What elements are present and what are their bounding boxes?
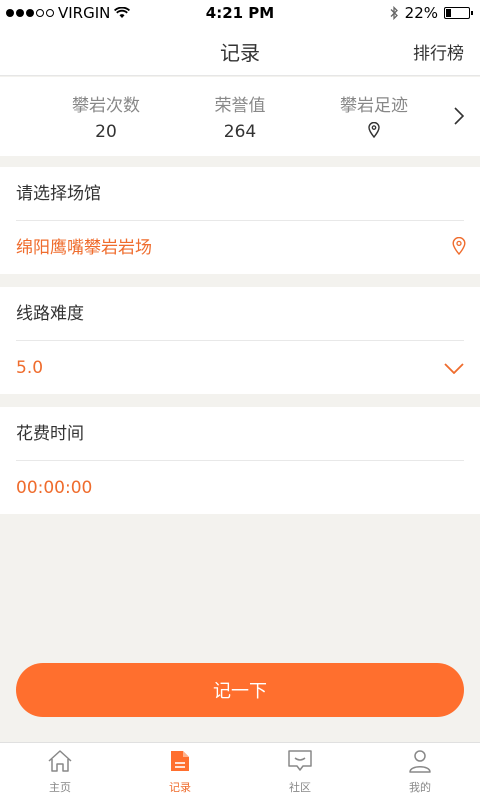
location-pin-icon[interactable] (452, 237, 466, 255)
stat-climb-count: 攀岩次数 20 (36, 91, 176, 142)
stat-label: 荣誉值 (214, 96, 266, 116)
status-bar: VIRGIN 4:21 PM 22% (0, 0, 480, 26)
chevron-right-icon[interactable] (454, 107, 464, 125)
tab-home[interactable]: 主页 (0, 749, 120, 795)
record-icon (171, 751, 189, 771)
stat-footprint[interactable]: 攀岩足迹 (304, 91, 444, 143)
stat-label: 攀岩次数 (72, 96, 140, 116)
stats-panel[interactable]: 攀岩次数 20 荣誉值 264 攀岩足迹 (0, 77, 480, 156)
tab-label: 主页 (49, 781, 71, 794)
location-pin-icon (368, 121, 380, 139)
nav-bar: 记录 排行榜 (0, 26, 480, 76)
duration-value: 00:00:00 (16, 478, 93, 498)
difficulty-section: 线路难度 5.0 (0, 287, 480, 394)
tab-label: 记录 (169, 781, 191, 794)
stat-label: 攀岩足迹 (340, 96, 408, 116)
tab-record[interactable]: 记录 (120, 749, 240, 795)
tab-community[interactable]: 社区 (240, 749, 360, 795)
tab-label: 社区 (289, 781, 311, 794)
battery-percent: 22% (404, 4, 438, 22)
venue-label: 请选择场馆 (16, 167, 464, 221)
venue-section: 请选择场馆 绵阳鹰嘴攀岩岩场 (0, 167, 480, 274)
bluetooth-icon (390, 6, 398, 20)
home-icon (48, 750, 72, 772)
battery-icon (444, 7, 473, 19)
tab-bar: 主页 记录 社区 我的 (0, 742, 480, 800)
stat-honor: 荣誉值 264 (170, 91, 310, 142)
difficulty-label: 线路难度 (16, 287, 464, 341)
profile-icon (409, 750, 431, 773)
stat-value: 264 (223, 122, 257, 142)
difficulty-select[interactable]: 5.0 (0, 341, 480, 395)
page-title: 记录 (220, 41, 260, 65)
chevron-down-icon[interactable] (444, 363, 464, 374)
submit-record-button[interactable]: 记一下 (16, 663, 464, 717)
tab-label: 我的 (409, 781, 431, 794)
tab-profile[interactable]: 我的 (360, 749, 480, 795)
venue-select[interactable]: 绵阳鹰嘴攀岩岩场 (0, 221, 480, 275)
difficulty-value: 5.0 (16, 358, 44, 378)
status-right: 22% (389, 4, 473, 22)
duration-label: 花费时间 (16, 407, 464, 461)
community-icon (288, 750, 312, 771)
venue-value: 绵阳鹰嘴攀岩岩场 (16, 238, 152, 258)
leaderboard-link[interactable]: 排行榜 (413, 39, 464, 64)
stat-value: 20 (95, 122, 117, 142)
duration-input[interactable]: 00:00:00 (0, 461, 480, 515)
duration-section: 花费时间 00:00:00 (0, 407, 480, 514)
